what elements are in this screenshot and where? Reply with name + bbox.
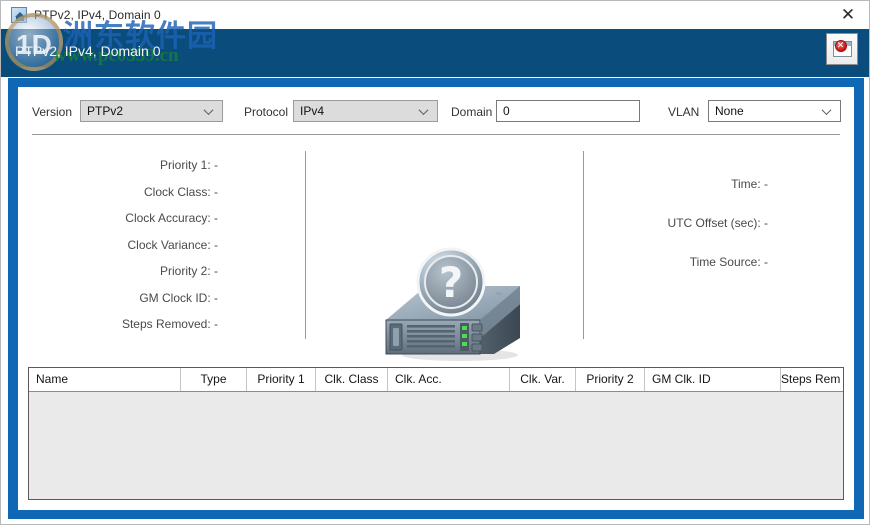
version-select-value: PTPv2 — [87, 104, 124, 118]
table-column-header[interactable]: GM Clk. ID — [645, 368, 781, 391]
vlan-select[interactable]: None — [708, 100, 841, 122]
window-title: PTPv2, IPv4, Domain 0 — [34, 8, 161, 22]
info-row-priority2: Priority 2: - — [159, 264, 218, 278]
version-select[interactable]: PTPv2 — [80, 100, 223, 122]
content-frame: Version PTPv2 Protocol IPv4 Domain 0 VLA… — [8, 78, 864, 519]
version-label: Version — [32, 105, 73, 119]
info-row-priority1: Priority 1: - — [159, 158, 218, 172]
domain-input[interactable]: 0 — [496, 100, 640, 122]
protocol-label: Protocol — [244, 105, 289, 119]
protocol-select[interactable]: IPv4 — [293, 100, 438, 122]
info-row-time: Time: - — [731, 177, 768, 191]
ptp-monitor-window: PTPv2, IPv4, Domain 0 ✕ PTPv2, IPv4, Dom… — [0, 0, 870, 525]
vlan-select-value: None — [715, 104, 744, 118]
close-session-button[interactable]: ✕ — [826, 33, 858, 65]
error-badge-icon: ✕ — [834, 40, 847, 52]
time-properties-list: Time: - UTC Offset (sec): - Time Source:… — [588, 165, 854, 282]
table-column-header[interactable]: Clk. Class — [316, 368, 388, 391]
info-row-clock-accuracy: Clock Accuracy: - — [125, 211, 218, 225]
clock-list-table[interactable]: Name Type Priority 1 Clk. Class Clk. Acc. Clk… — [28, 367, 844, 500]
table-column-header[interactable]: Name — [29, 368, 181, 391]
table-column-header[interactable]: Steps Rem. — [781, 368, 841, 391]
window-close-icon: ✕ — [832, 40, 852, 57]
info-row-gm-clock-id: GM Clock ID: - — [139, 290, 218, 305]
table-column-header[interactable]: Priority 2 — [576, 368, 645, 391]
chevron-down-icon — [823, 106, 832, 115]
info-row-clock-class: Clock Class: - — [143, 184, 218, 199]
app-icon — [11, 7, 27, 23]
info-divider-left — [305, 151, 306, 339]
header-title: PTPv2, IPv4, Domain 0 — [15, 43, 161, 59]
info-row-clock-variance: Clock Variance: - — [127, 237, 218, 252]
vlan-label: VLAN — [668, 105, 700, 119]
domain-label: Domain — [451, 105, 493, 119]
table-column-header[interactable]: Clk. Acc. — [388, 368, 510, 391]
info-row-time-source: Time Source: - — [689, 255, 768, 269]
window-title-bar: PTPv2, IPv4, Domain 0 ✕ — [1, 1, 869, 29]
info-row-utc-offset: UTC Offset (sec): - — [667, 216, 768, 230]
table-column-header[interactable]: Type — [181, 368, 247, 391]
info-row-steps-removed: Steps Removed: - — [121, 317, 218, 331]
close-icon[interactable]: ✕ — [825, 1, 869, 29]
main-panel: Version PTPv2 Protocol IPv4 Domain 0 VLA… — [18, 87, 854, 510]
table-header-row: Name Type Priority 1 Clk. Class Clk. Acc. Clk… — [29, 368, 843, 392]
info-divider-right — [583, 151, 584, 339]
chevron-down-icon — [205, 106, 214, 115]
server-unknown-icon: ? — [368, 242, 538, 367]
svg-text:?: ? — [439, 258, 463, 307]
chevron-down-icon — [420, 106, 429, 115]
grandmaster-properties-list: Priority 1: - Clock Class: - Clock Accur… — [18, 152, 288, 338]
table-column-header[interactable]: Clk. Var. — [510, 368, 576, 391]
settings-toolbar: Version PTPv2 Protocol IPv4 Domain 0 VLA… — [18, 96, 854, 130]
protocol-select-value: IPv4 — [300, 104, 325, 118]
table-column-header[interactable]: Priority 1 — [247, 368, 316, 391]
table-body[interactable] — [29, 392, 843, 499]
domain-input-value: 0 — [503, 104, 510, 118]
